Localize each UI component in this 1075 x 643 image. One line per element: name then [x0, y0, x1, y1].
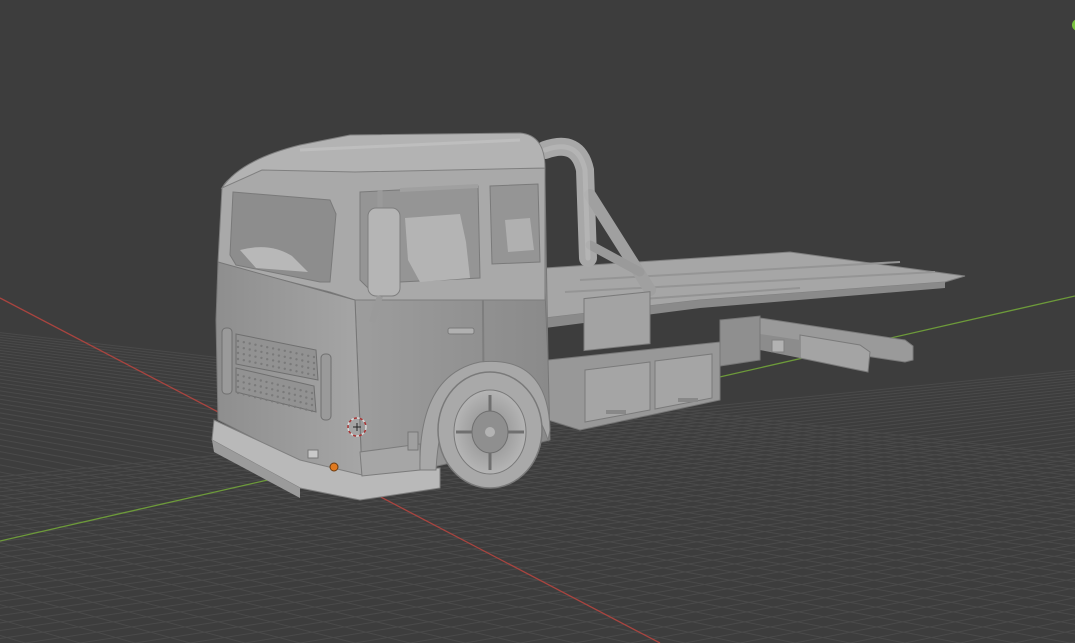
object-origin-icon	[331, 464, 337, 470]
viewport-scene[interactable]	[0, 0, 1075, 643]
3d-viewport[interactable]	[0, 0, 1075, 643]
front-wheel	[437, 371, 543, 489]
